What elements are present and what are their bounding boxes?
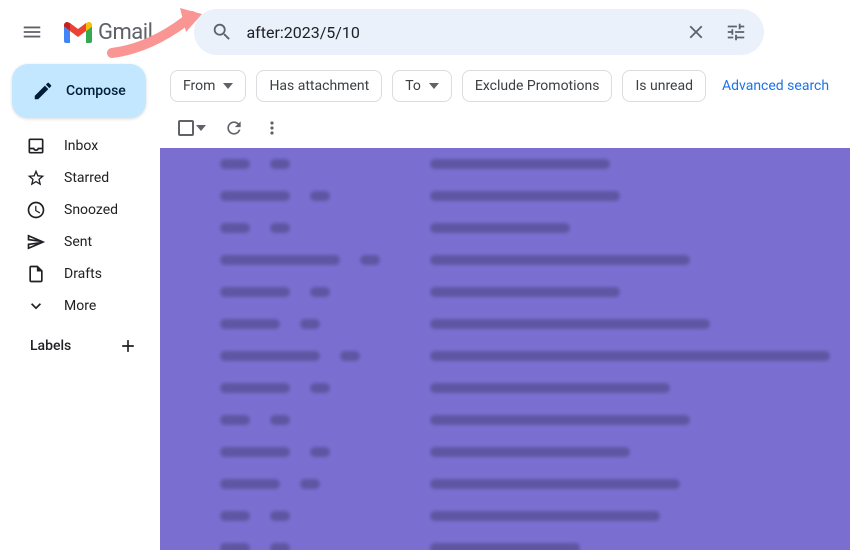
- list-item: [160, 468, 850, 500]
- list-toolbar: [160, 108, 850, 148]
- labels-header: Labels: [8, 322, 152, 356]
- nav-label: Snoozed: [64, 202, 118, 218]
- advanced-search-link[interactable]: Advanced search: [722, 78, 829, 94]
- sidebar-item-inbox[interactable]: Inbox: [8, 130, 152, 162]
- clock-icon: [26, 200, 46, 220]
- caret-down-icon: [223, 83, 233, 89]
- list-item: [160, 436, 850, 468]
- more-vert-icon: [262, 118, 282, 138]
- list-item: [160, 500, 850, 532]
- chip-label: Is unread: [635, 78, 693, 94]
- sidebar-item-more[interactable]: More: [8, 290, 152, 322]
- close-icon: [685, 21, 707, 43]
- main-menu-button[interactable]: [8, 8, 56, 56]
- chip-label: Has attachment: [269, 78, 369, 94]
- search-icon: [211, 21, 233, 43]
- nav-label: Drafts: [64, 266, 102, 282]
- list-item: [160, 276, 850, 308]
- search-options-button[interactable]: [716, 12, 756, 52]
- list-item: [160, 148, 850, 180]
- plus-icon: [118, 336, 138, 356]
- list-item: [160, 180, 850, 212]
- chip-exclude-promotions[interactable]: Exclude Promotions: [462, 70, 613, 102]
- chip-label: Exclude Promotions: [475, 78, 600, 94]
- list-item: [160, 212, 850, 244]
- select-all-checkbox[interactable]: [178, 120, 206, 136]
- list-item: [160, 404, 850, 436]
- sidebar-item-sent[interactable]: Sent: [8, 226, 152, 258]
- nav-label: Starred: [64, 170, 109, 186]
- filter-chips-row: From Has attachment To Exclude Promotion…: [160, 64, 850, 108]
- list-item: [160, 532, 850, 550]
- chip-label: From: [183, 78, 215, 94]
- file-icon: [26, 264, 46, 284]
- top-bar: Gmail: [0, 0, 850, 64]
- chip-label: To: [405, 78, 421, 94]
- add-label-button[interactable]: [118, 336, 138, 356]
- inbox-icon: [26, 136, 46, 156]
- compose-label: Compose: [66, 83, 126, 99]
- nav-label: More: [64, 298, 96, 314]
- logo[interactable]: Gmail: [64, 20, 176, 45]
- chevron-down-icon: [26, 296, 46, 316]
- send-icon: [26, 232, 46, 252]
- nav-label: Inbox: [64, 138, 98, 154]
- refresh-icon: [224, 118, 244, 138]
- sidebar-item-starred[interactable]: Starred: [8, 162, 152, 194]
- nav-label: Sent: [64, 234, 92, 250]
- chip-has-attachment[interactable]: Has attachment: [256, 70, 382, 102]
- search-input[interactable]: [242, 23, 676, 42]
- checkbox-icon: [178, 120, 194, 136]
- caret-down-icon: [196, 125, 206, 131]
- list-item: [160, 340, 850, 372]
- chip-to[interactable]: To: [392, 70, 452, 102]
- pencil-icon: [32, 80, 54, 102]
- search-button[interactable]: [202, 12, 242, 52]
- gmail-icon: [64, 21, 92, 43]
- list-item: [160, 372, 850, 404]
- hamburger-icon: [21, 21, 43, 43]
- body: Compose Inbox Starred Snoozed Sent Draft…: [0, 64, 850, 550]
- compose-button[interactable]: Compose: [12, 64, 146, 118]
- more-actions-button[interactable]: [262, 118, 282, 138]
- list-item: [160, 308, 850, 340]
- tune-icon: [725, 21, 747, 43]
- main-panel: From Has attachment To Exclude Promotion…: [160, 64, 850, 550]
- star-icon: [26, 168, 46, 188]
- list-item: [160, 244, 850, 276]
- sidebar-item-snoozed[interactable]: Snoozed: [8, 194, 152, 226]
- clear-search-button[interactable]: [676, 12, 716, 52]
- logo-text: Gmail: [98, 20, 152, 45]
- email-list-redacted: [160, 148, 850, 550]
- chip-from[interactable]: From: [170, 70, 246, 102]
- sidebar: Compose Inbox Starred Snoozed Sent Draft…: [0, 64, 160, 550]
- sidebar-item-drafts[interactable]: Drafts: [8, 258, 152, 290]
- refresh-button[interactable]: [224, 118, 244, 138]
- chip-is-unread[interactable]: Is unread: [622, 70, 706, 102]
- labels-title: Labels: [30, 338, 71, 354]
- caret-down-icon: [429, 83, 439, 89]
- search-bar: [194, 9, 764, 55]
